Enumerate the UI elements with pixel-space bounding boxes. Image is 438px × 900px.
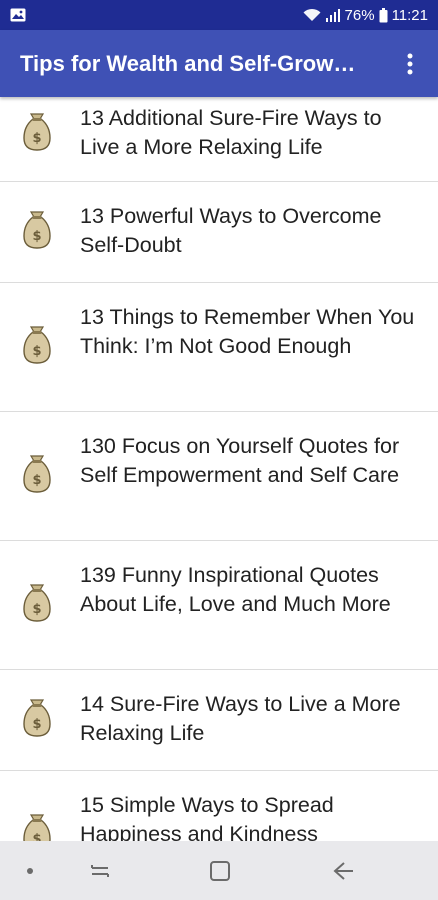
wifi-icon xyxy=(303,8,321,22)
svg-text:$: $ xyxy=(32,473,41,488)
list-item[interactable]: $ 130 Focus on Yourself Quotes for Self … xyxy=(0,412,438,541)
money-bag-icon: $ xyxy=(20,210,54,250)
app-bar: Tips for Wealth and Self-Grow… xyxy=(0,30,438,97)
list-item[interactable]: $ 13 Additional Sure-Fire Ways to Live a… xyxy=(0,97,438,182)
article-list: $ 13 Additional Sure-Fire Ways to Live a… xyxy=(0,97,438,841)
article-title: 13 Additional Sure-Fire Ways to Live a M… xyxy=(80,106,382,159)
svg-text:$: $ xyxy=(32,602,41,617)
home-icon[interactable] xyxy=(195,841,245,900)
money-bag-icon: $ xyxy=(20,454,54,494)
recents-icon[interactable] xyxy=(75,841,125,900)
gallery-icon xyxy=(10,8,26,22)
money-bag-icon: $ xyxy=(20,698,54,738)
clock: 11:21 xyxy=(391,6,428,24)
list-item[interactable]: $ 15 Simple Ways to Spread Happiness and… xyxy=(0,771,438,841)
overflow-menu-icon[interactable] xyxy=(398,44,422,84)
article-title: 14 Sure-Fire Ways to Live a More Relaxin… xyxy=(80,692,401,745)
list-item[interactable]: $ 139 Funny Inspirational Quotes About L… xyxy=(0,541,438,670)
list-item[interactable]: $ 14 Sure-Fire Ways to Live a More Relax… xyxy=(0,670,438,771)
svg-text:$: $ xyxy=(32,131,41,146)
nav-dot-icon[interactable] xyxy=(15,841,45,900)
status-bar: 76% 11:21 xyxy=(0,0,438,30)
navigation-bar xyxy=(0,841,438,900)
article-title: 13 Things to Remember When You Think: I’… xyxy=(80,305,415,358)
money-bag-icon: $ xyxy=(20,325,54,365)
battery-icon xyxy=(379,7,388,23)
app-title: Tips for Wealth and Self-Grow… xyxy=(20,50,356,76)
signal-icon xyxy=(325,8,341,22)
article-title: 15 Simple Ways to Spread Happiness and K… xyxy=(80,793,334,841)
list-item[interactable]: $ 13 Powerful Ways to Overcome Self-Doub… xyxy=(0,182,438,283)
screen: 76% 11:21 Tips for Wealth and Self-Grow…… xyxy=(0,0,438,900)
svg-text:$: $ xyxy=(32,344,41,359)
article-title: 130 Focus on Yourself Quotes for Self Em… xyxy=(80,434,400,487)
svg-text:$: $ xyxy=(32,229,41,244)
svg-text:$: $ xyxy=(32,832,41,841)
money-bag-icon: $ xyxy=(20,813,54,841)
back-icon[interactable] xyxy=(318,841,368,900)
svg-text:$: $ xyxy=(32,717,41,732)
money-bag-icon: $ xyxy=(20,583,54,623)
money-bag-icon: $ xyxy=(20,112,54,152)
article-title: 13 Powerful Ways to Overcome Self-Doubt xyxy=(80,204,382,257)
list-item[interactable]: $ 13 Things to Remember When You Think: … xyxy=(0,283,438,412)
battery-percent: 76% xyxy=(344,6,375,24)
article-title: 139 Funny Inspirational Quotes About Lif… xyxy=(80,563,391,616)
